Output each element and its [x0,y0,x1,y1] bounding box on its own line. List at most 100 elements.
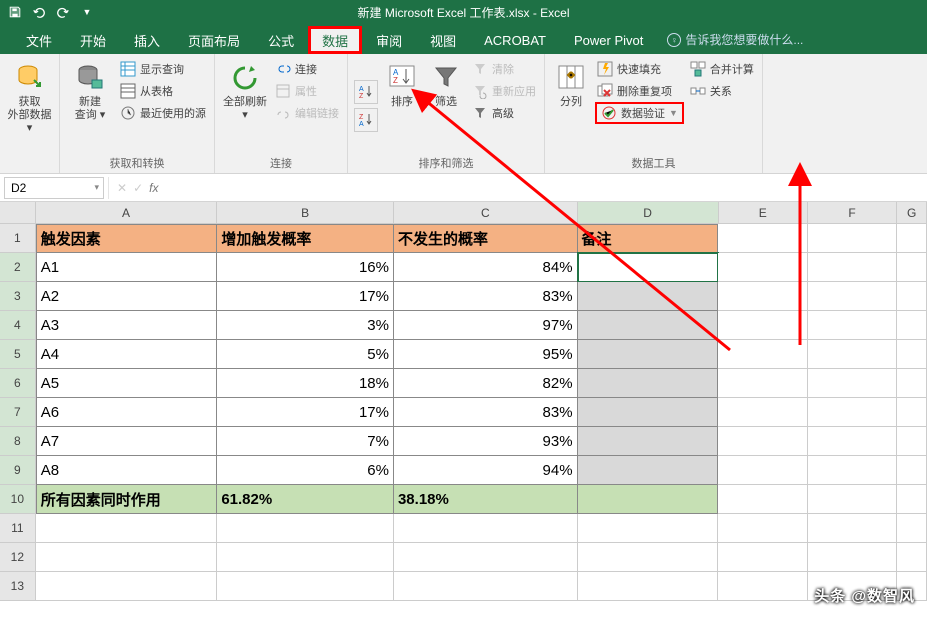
row-header[interactable]: 11 [0,514,36,543]
cell[interactable]: A4 [36,340,218,369]
tab-view[interactable]: 视图 [416,26,470,54]
row-header[interactable]: 13 [0,572,36,601]
cell[interactable] [578,572,719,601]
cell[interactable]: 38.18% [394,485,578,514]
cell[interactable] [897,398,927,427]
cell[interactable] [394,543,578,572]
cell[interactable]: 5% [217,340,394,369]
cell[interactable] [808,427,897,456]
cell[interactable] [897,369,927,398]
get-external-data-button[interactable]: 获取 外部数据 ▾ [6,58,53,169]
cell[interactable]: A1 [36,253,218,282]
cell[interactable] [808,253,897,282]
cell[interactable] [394,514,578,543]
row-header[interactable]: 7 [0,398,36,427]
relationships-button[interactable]: 关系 [688,80,756,102]
cell[interactable]: 61.82% [217,485,394,514]
tab-home[interactable]: 开始 [66,26,120,54]
cell[interactable]: 3% [217,311,394,340]
cell[interactable]: 94% [394,456,578,485]
cell[interactable] [578,340,719,369]
cell[interactable]: 增加触发概率 [217,224,394,253]
cell[interactable] [578,485,719,514]
cell[interactable] [897,282,927,311]
cell[interactable] [718,253,807,282]
text-to-columns-button[interactable]: 分列 [551,58,591,153]
row-header[interactable]: 4 [0,311,36,340]
from-table-button[interactable]: 从表格 [118,80,208,102]
cell[interactable] [578,427,719,456]
cell[interactable] [808,456,897,485]
enter-icon[interactable]: ✓ [133,181,143,195]
flash-fill-button[interactable]: 快速填充 [595,58,684,80]
tab-powerpivot[interactable]: Power Pivot [560,26,657,54]
col-header-b[interactable]: B [217,202,394,224]
redo-icon[interactable] [52,2,74,22]
tab-formula[interactable]: 公式 [254,26,308,54]
col-header-d[interactable]: D [578,202,719,224]
cell[interactable]: 93% [394,427,578,456]
cell[interactable] [718,282,807,311]
edit-links-button[interactable]: 编辑链接 [273,102,341,124]
cell[interactable]: 83% [394,398,578,427]
tab-file[interactable]: 文件 [12,26,66,54]
sort-asc-button[interactable]: AZ [354,80,378,104]
advanced-filter-button[interactable]: 高级 [470,102,538,124]
tab-insert[interactable]: 插入 [120,26,174,54]
cell[interactable]: 95% [394,340,578,369]
cell[interactable]: 18% [217,369,394,398]
cell[interactable] [718,369,807,398]
cell[interactable]: A7 [36,427,218,456]
undo-icon[interactable] [28,2,50,22]
cell[interactable]: A8 [36,456,218,485]
cell[interactable] [897,427,927,456]
cell[interactable] [394,572,578,601]
cancel-icon[interactable]: ✕ [117,181,127,195]
cell[interactable]: A2 [36,282,218,311]
cell[interactable]: A6 [36,398,218,427]
cell[interactable] [36,543,218,572]
cell[interactable] [578,311,719,340]
cell[interactable] [36,572,218,601]
cell[interactable] [897,456,927,485]
tab-review[interactable]: 审阅 [362,26,416,54]
cell[interactable] [897,253,927,282]
cell[interactable] [578,369,719,398]
row-header[interactable]: 6 [0,369,36,398]
cell[interactable]: 备注 [578,224,719,253]
properties-button[interactable]: 属性 [273,80,341,102]
col-header-f[interactable]: F [808,202,897,224]
cell[interactable] [578,456,719,485]
cell[interactable] [808,282,897,311]
cell[interactable] [718,224,807,253]
cell[interactable]: A5 [36,369,218,398]
cell[interactable]: 97% [394,311,578,340]
cell[interactable]: 82% [394,369,578,398]
cell[interactable] [808,311,897,340]
cell[interactable] [578,282,719,311]
cell[interactable] [808,369,897,398]
cell[interactable] [578,543,719,572]
cell[interactable] [808,398,897,427]
row-header[interactable]: 8 [0,427,36,456]
recent-sources-button[interactable]: 最近使用的源 [118,102,208,124]
cell[interactable]: 83% [394,282,578,311]
row-header[interactable]: 2 [0,253,36,282]
row-header[interactable]: 9 [0,456,36,485]
cell[interactable] [217,572,394,601]
col-header-e[interactable]: E [719,202,808,224]
clear-filter-button[interactable]: 清除 [470,58,538,80]
cell[interactable] [217,514,394,543]
new-query-button[interactable]: 新建 查询 ▾ [66,58,114,153]
cell[interactable] [36,514,218,543]
cell[interactable] [217,543,394,572]
cell[interactable] [808,514,897,543]
col-header-a[interactable]: A [36,202,218,224]
formula-input[interactable] [166,177,927,199]
show-queries-button[interactable]: 显示查询 [118,58,208,80]
cell[interactable] [718,572,807,601]
cell[interactable] [718,427,807,456]
col-header-g[interactable]: G [897,202,927,224]
sort-desc-button[interactable]: ZA [354,108,378,132]
tab-layout[interactable]: 页面布局 [174,26,254,54]
